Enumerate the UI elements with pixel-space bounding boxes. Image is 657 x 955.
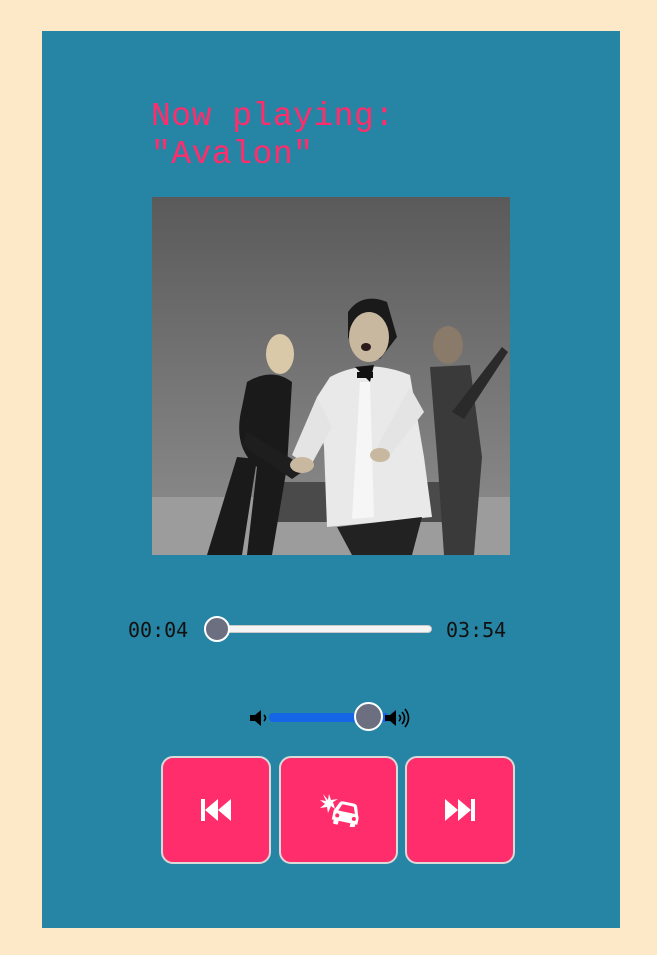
music-player-panel: Now playing: "Avalon" 00:04 03:54 xyxy=(42,31,620,928)
seek-bar-track[interactable] xyxy=(208,625,432,633)
now-playing-label: Now playing: xyxy=(151,98,395,135)
volume-slider-thumb[interactable] xyxy=(354,702,383,731)
album-photo xyxy=(152,197,510,555)
skip-forward-icon xyxy=(442,797,478,823)
total-time: 03:54 xyxy=(446,618,507,642)
seek-bar-thumb[interactable] xyxy=(204,616,230,642)
next-track-button[interactable] xyxy=(405,756,515,864)
current-time: 00:04 xyxy=(128,618,189,642)
car-crash-icon xyxy=(319,793,359,827)
skip-back-icon xyxy=(198,797,234,823)
song-title: "Avalon" xyxy=(151,136,314,173)
now-playing-title: Now playing: "Avalon" xyxy=(151,98,395,174)
album-art xyxy=(152,197,510,555)
car-crash-button[interactable] xyxy=(279,756,398,864)
previous-track-button[interactable] xyxy=(161,756,271,864)
volume-high-icon[interactable] xyxy=(384,707,410,729)
